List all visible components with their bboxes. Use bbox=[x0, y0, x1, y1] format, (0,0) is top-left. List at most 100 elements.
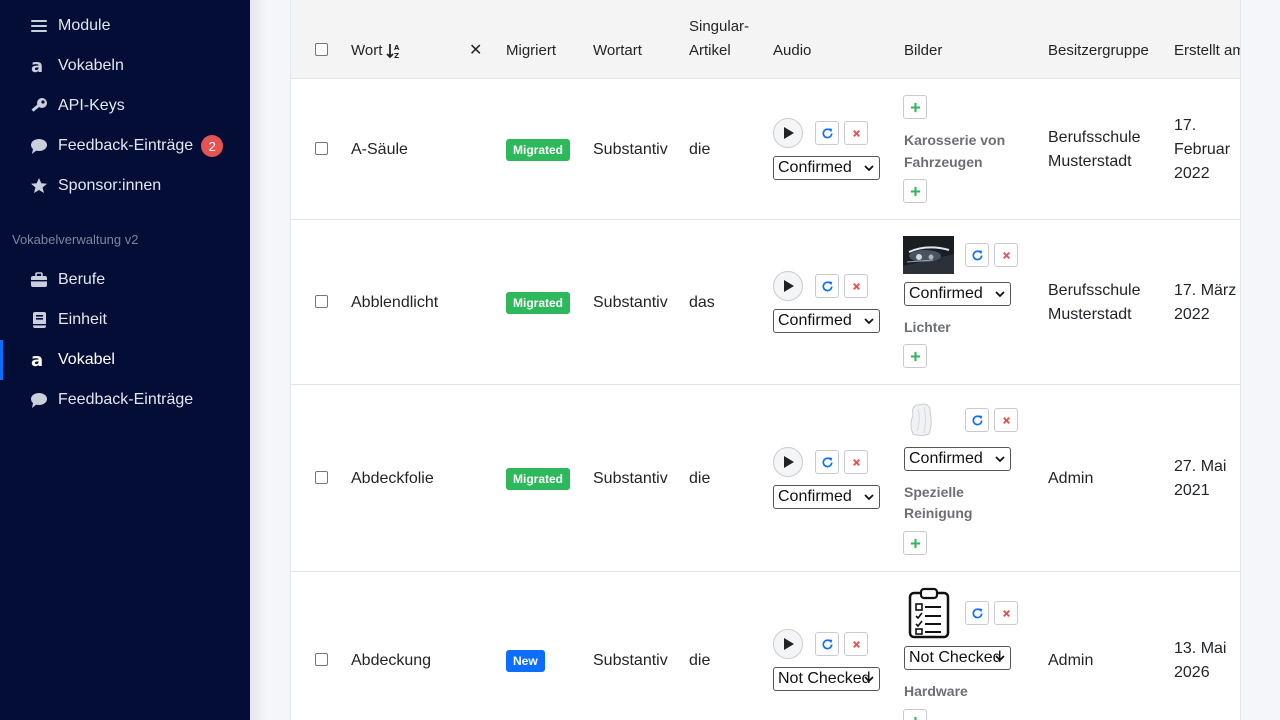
sidebar-item-label: Vokabeln bbox=[58, 57, 124, 74]
word-cell[interactable]: Abdeckfolie bbox=[351, 470, 434, 488]
play-audio-button[interactable] bbox=[773, 271, 803, 301]
sidebar-item-einheit[interactable]: Einheit bbox=[0, 300, 250, 340]
delete-image-button[interactable] bbox=[994, 601, 1018, 625]
sidebar-item-berufe[interactable]: Berufe bbox=[0, 260, 250, 300]
regenerate-audio-button[interactable] bbox=[815, 121, 839, 145]
sidebar-item-label: Module bbox=[58, 17, 111, 34]
audio-status-select[interactable]: Confirmed bbox=[773, 485, 880, 509]
play-audio-button[interactable] bbox=[773, 447, 803, 477]
delete-audio-button[interactable] bbox=[844, 450, 868, 474]
column-header-artikel-line1[interactable]: Singular- bbox=[689, 18, 749, 35]
owner-group-cell: Musterstadt bbox=[1048, 306, 1132, 323]
column-header-migriert[interactable]: Migriert bbox=[506, 42, 556, 59]
row-checkbox[interactable] bbox=[315, 142, 328, 155]
sidebar-item-vokabel[interactable]: a Vokabel bbox=[0, 340, 250, 380]
image-status-select[interactable]: Confirmed bbox=[904, 282, 1011, 306]
refresh-icon bbox=[822, 127, 833, 138]
created-date-cell: Februar bbox=[1174, 141, 1231, 158]
wortart-cell: Substantiv bbox=[593, 652, 668, 669]
add-category-button[interactable] bbox=[903, 709, 927, 720]
letter-a-icon: a bbox=[30, 57, 48, 75]
chevron-down-icon bbox=[864, 165, 874, 172]
audio-status-select[interactable]: Confirmed bbox=[773, 156, 880, 180]
clipboard-checklist-image[interactable] bbox=[907, 587, 951, 639]
audio-status-select[interactable]: Not Checked bbox=[773, 667, 880, 691]
category-label: Lichter bbox=[904, 319, 951, 335]
column-header-audio[interactable]: Audio bbox=[773, 42, 811, 59]
star-icon bbox=[30, 177, 48, 195]
column-header-artikel-line2[interactable]: Artikel bbox=[689, 42, 731, 59]
word-cell[interactable]: Abblendlicht bbox=[351, 294, 438, 312]
sidebar-item-label: Sponsor:innen bbox=[58, 177, 162, 194]
sidebar-section-title: Vokabelverwaltung v2 bbox=[12, 232, 139, 247]
regenerate-image-button[interactable] bbox=[965, 601, 989, 625]
add-category-button[interactable] bbox=[903, 179, 927, 203]
clear-sort-button[interactable]: ✕ bbox=[469, 40, 482, 60]
table-header: Wort AZ ✕ Migriert Wortart Singular- Art… bbox=[291, 0, 1240, 79]
regenerate-image-button[interactable] bbox=[965, 408, 989, 432]
sidebar-item-label: Berufe bbox=[58, 271, 106, 288]
sidebar-item-label: Feedback-Einträge bbox=[58, 391, 194, 408]
sidebar-item-api-keys[interactable]: API-Keys bbox=[0, 86, 250, 126]
close-icon bbox=[852, 129, 860, 137]
vocabulary-image-headlight[interactable] bbox=[903, 236, 954, 274]
add-category-button[interactable] bbox=[903, 344, 927, 368]
column-header-besitzergruppe[interactable]: Besitzergruppe bbox=[1048, 42, 1149, 59]
play-audio-button[interactable] bbox=[773, 629, 803, 659]
vocabulary-image-cover-foil[interactable] bbox=[903, 401, 943, 439]
delete-image-button[interactable] bbox=[994, 408, 1018, 432]
row-checkbox[interactable] bbox=[315, 653, 328, 666]
play-icon bbox=[784, 127, 794, 139]
row-checkbox[interactable] bbox=[315, 471, 328, 484]
delete-audio-button[interactable] bbox=[844, 632, 868, 656]
audio-status-select[interactable]: Confirmed bbox=[773, 309, 880, 333]
content-background bbox=[1241, 0, 1280, 720]
image-status-select[interactable]: Confirmed bbox=[904, 447, 1011, 471]
column-header-wortart[interactable]: Wortart bbox=[593, 42, 642, 59]
svg-text:Z: Z bbox=[394, 52, 399, 59]
word-cell[interactable]: Abdeckung bbox=[351, 652, 431, 670]
svg-text:a: a bbox=[31, 57, 43, 75]
regenerate-audio-button[interactable] bbox=[815, 274, 839, 298]
sidebar-item-feedback-v2[interactable]: Feedback-Einträge bbox=[0, 380, 250, 420]
sidebar-item-vokabeln[interactable]: a Vokabeln bbox=[0, 46, 250, 86]
chevron-down-icon bbox=[995, 291, 1005, 298]
sidebar-item-module[interactable]: Module bbox=[0, 6, 250, 46]
category-label: Hardware bbox=[904, 683, 968, 699]
svg-text:a: a bbox=[31, 351, 43, 369]
select-all-checkbox[interactable] bbox=[315, 43, 328, 56]
column-header-erstellt[interactable]: Erstellt am bbox=[1174, 42, 1240, 59]
row-checkbox[interactable] bbox=[315, 295, 328, 308]
plus-icon bbox=[910, 351, 920, 361]
regenerate-audio-button[interactable] bbox=[815, 632, 839, 656]
delete-image-button[interactable] bbox=[994, 243, 1018, 267]
sidebar-item-feedback[interactable]: Feedback-Einträge 2 bbox=[0, 126, 250, 166]
owner-group-cell: Admin bbox=[1048, 652, 1094, 669]
play-audio-button[interactable] bbox=[773, 118, 803, 148]
table-row: Abdeckung New Substantiv die Not Checked… bbox=[291, 572, 1240, 720]
close-icon bbox=[852, 458, 860, 466]
vocabulary-table: Wort AZ ✕ Migriert Wortart Singular- Art… bbox=[290, 0, 1241, 720]
add-image-button[interactable] bbox=[903, 95, 927, 119]
column-header-wort[interactable]: Wort AZ bbox=[351, 42, 402, 59]
created-date-cell: 2021 bbox=[1174, 482, 1210, 499]
word-cell[interactable]: A-Säule bbox=[351, 141, 408, 159]
owner-group-cell: Berufsschule bbox=[1048, 129, 1141, 146]
delete-audio-button[interactable] bbox=[844, 121, 868, 145]
migration-status-badge: Migrated bbox=[506, 468, 571, 490]
sidebar-item-sponsoren[interactable]: Sponsor:innen bbox=[0, 166, 250, 206]
add-category-button[interactable] bbox=[903, 531, 927, 555]
close-icon bbox=[852, 282, 860, 290]
image-status-select[interactable]: Not Checked bbox=[904, 646, 1011, 670]
plus-icon bbox=[910, 538, 920, 548]
created-date-cell: 2022 bbox=[1174, 165, 1210, 182]
regenerate-audio-button[interactable] bbox=[815, 450, 839, 474]
key-icon bbox=[30, 97, 48, 115]
menu-icon bbox=[30, 17, 48, 35]
migration-status-badge: Migrated bbox=[506, 292, 571, 314]
comment-icon bbox=[30, 391, 48, 409]
column-header-bilder[interactable]: Bilder bbox=[904, 42, 942, 59]
delete-audio-button[interactable] bbox=[844, 274, 868, 298]
regenerate-image-button[interactable] bbox=[965, 243, 989, 267]
refresh-icon bbox=[822, 280, 833, 291]
